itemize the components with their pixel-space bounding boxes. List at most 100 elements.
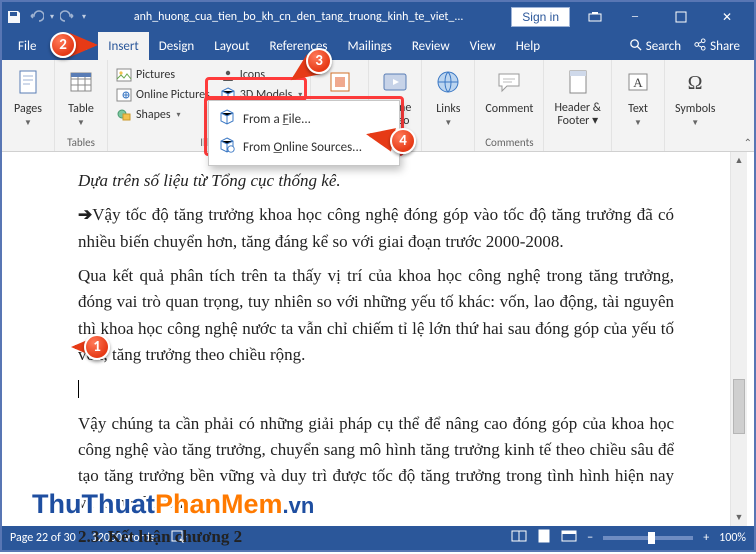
page-indicator[interactable]: Page 22 of 30 <box>10 531 76 545</box>
tab-home[interactable]: Home <box>46 32 98 60</box>
group-links: Links ▼ <box>422 60 475 151</box>
header-icon <box>564 68 592 100</box>
close-button[interactable]: ✕ <box>704 2 750 32</box>
tab-mailings[interactable]: Mailings <box>338 32 402 60</box>
symbols-button[interactable]: Ω Symbols ▼ <box>671 66 719 130</box>
share-button[interactable]: Share <box>693 38 740 55</box>
comment-button[interactable]: Comment <box>481 66 537 118</box>
group-pages-label <box>8 136 48 151</box>
group-comments-label: Comments <box>481 136 537 151</box>
doc-cursor-line <box>78 376 674 402</box>
document-title: anh_huong_cua_tien_bo_kh_cn_den_tang_tru… <box>94 10 503 24</box>
tab-review[interactable]: Review <box>402 32 460 60</box>
shapes-button[interactable]: Shapes ▾ <box>114 106 212 124</box>
share-label: Share <box>710 39 740 54</box>
pictures-label: Pictures <box>136 68 175 82</box>
text-button[interactable]: A Text ▼ <box>618 66 658 130</box>
tab-layout[interactable]: Layout <box>204 32 259 60</box>
addins-icon <box>326 68 354 100</box>
icons-label: Icons <box>240 68 265 82</box>
scroll-thumb[interactable] <box>733 379 745 434</box>
group-tables-label: Tables <box>61 136 101 151</box>
doc-p3: Qua kết quả phân tích trên ta thấy vị tr… <box>78 263 674 368</box>
minimize-button[interactable]: ─ <box>612 2 658 32</box>
save-icon[interactable] <box>6 9 22 25</box>
group-pages: Pages ▼ <box>2 60 55 151</box>
ribbon: Pages ▼ Table ▼ Tables Pictures <box>2 60 754 152</box>
omega-icon: Ω <box>681 68 709 100</box>
search-icon <box>629 38 642 55</box>
chevron-down-icon: ▼ <box>77 118 85 128</box>
document-area: Dựa trên số liệu từ Tổng cục thống kê. ➔… <box>2 152 754 526</box>
chevron-down-icon: ▼ <box>634 118 642 128</box>
from-a-file-label: From a File... <box>243 112 311 127</box>
scroll-track[interactable] <box>731 169 747 509</box>
tab-design[interactable]: Design <box>149 32 204 60</box>
zoom-thumb[interactable] <box>648 532 655 544</box>
online-pictures-label: Online Pictures <box>136 88 210 102</box>
chevron-down-icon: ▼ <box>24 118 32 128</box>
vertical-scrollbar[interactable]: ▲ ▼ <box>730 152 747 526</box>
header-label: Header &Footer ▾ <box>554 102 601 128</box>
online-pictures-icon <box>116 87 132 103</box>
qat-dropdown-icon[interactable]: ▾ <box>82 12 86 22</box>
group-tables: Table ▼ Tables <box>55 60 108 151</box>
zoom-in-button[interactable]: + <box>703 531 709 545</box>
scroll-down-icon[interactable]: ▼ <box>731 509 747 526</box>
quick-access-toolbar: ▾ ▾ <box>6 9 94 25</box>
table-icon <box>67 68 95 100</box>
cube-file-icon <box>219 109 235 129</box>
text-label: Text <box>628 102 648 116</box>
chevron-down-icon: ▾ <box>177 110 181 120</box>
pages-label: Pages <box>14 102 42 116</box>
sign-in-button[interactable]: Sign in <box>511 7 570 27</box>
from-online-sources-label: From Online Sources... <box>243 140 362 155</box>
svg-text:Ω: Ω <box>688 72 703 94</box>
icons-button[interactable]: Icons <box>218 66 305 84</box>
from-a-file-item[interactable]: From a File... <box>213 105 395 133</box>
undo-icon[interactable] <box>28 9 44 25</box>
group-links-label <box>428 136 468 151</box>
doc-p1: Dựa trên số liệu từ Tổng cục thống kê. <box>78 168 674 194</box>
tab-insert[interactable]: Insert <box>98 32 149 60</box>
pictures-button[interactable]: Pictures <box>114 66 212 84</box>
link-icon <box>434 68 462 100</box>
online-pictures-button[interactable]: Online Pictures <box>114 86 212 104</box>
maximize-button[interactable] <box>658 2 704 32</box>
title-bar: ▾ ▾ anh_huong_cua_tien_bo_kh_cn_den_tang… <box>2 2 754 32</box>
pictures-icon <box>116 67 132 83</box>
search-label: Search <box>646 39 681 54</box>
tab-references[interactable]: References <box>260 32 338 60</box>
ribbon-options-icon[interactable] <box>578 2 612 32</box>
tab-help[interactable]: Help <box>506 32 550 60</box>
comment-icon <box>495 68 523 100</box>
pages-button[interactable]: Pages ▼ <box>8 66 48 130</box>
table-button[interactable]: Table ▼ <box>61 66 101 130</box>
redo-icon[interactable] <box>60 9 76 25</box>
page-content[interactable]: Dựa trên số liệu từ Tổng cục thống kê. ➔… <box>42 154 702 526</box>
share-icon <box>693 38 706 55</box>
zoom-slider[interactable] <box>603 536 693 540</box>
scroll-up-icon[interactable]: ▲ <box>731 152 747 169</box>
search-button[interactable]: Search <box>629 38 681 55</box>
group-text-label <box>618 136 658 151</box>
chevron-down-icon: ▾ <box>298 90 302 100</box>
chevron-down-icon: ▼ <box>444 118 452 128</box>
3d-models-dropdown: From a File... From Online Sources... <box>208 100 400 166</box>
zoom-percent[interactable]: 100% <box>719 531 746 545</box>
header-button[interactable]: Header &Footer ▾ <box>550 66 605 130</box>
ribbon-tabs: File Home Insert Design Layout Reference… <box>2 32 754 60</box>
text-cursor <box>78 380 79 398</box>
group-header-footer: Header &Footer ▾ <box>544 60 612 151</box>
from-online-sources-item[interactable]: From Online Sources... <box>213 133 395 161</box>
symbols-label: Symbols <box>675 102 715 116</box>
icons-icon <box>220 67 236 83</box>
tab-file[interactable]: File <box>8 32 46 60</box>
tab-view[interactable]: View <box>460 32 506 60</box>
group-hf-label <box>550 136 605 151</box>
doc-h: 2.3. Kết luận chương 2 <box>78 524 674 550</box>
links-button[interactable]: Links ▼ <box>428 66 468 130</box>
comment-label: Comment <box>485 102 533 116</box>
collapse-ribbon-icon[interactable]: ⌃ <box>744 136 752 149</box>
chevron-down-icon: ▼ <box>691 118 699 128</box>
